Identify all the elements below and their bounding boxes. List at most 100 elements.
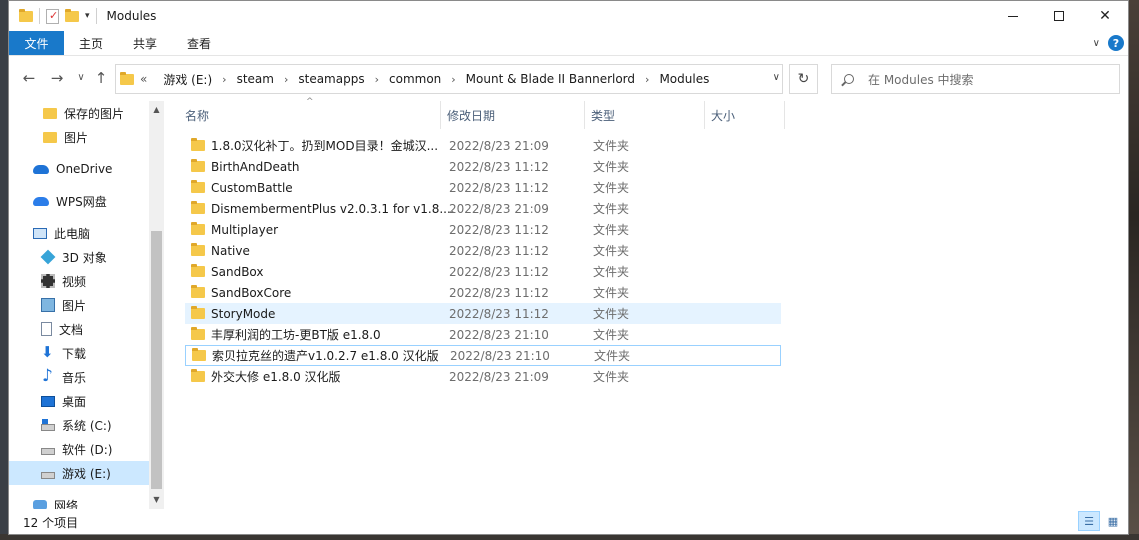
- breadcrumb-chevron-icon[interactable]: ›: [375, 73, 379, 86]
- scrollbar-thumb[interactable]: [151, 231, 162, 489]
- nav-item-this-pc[interactable]: 此电脑: [9, 221, 149, 245]
- search-box[interactable]: 在 Modules 中搜索: [831, 64, 1120, 94]
- nav-item-pictures[interactable]: 图片: [9, 293, 149, 317]
- properties-icon[interactable]: [46, 8, 59, 24]
- tab-home[interactable]: 主页: [64, 31, 118, 55]
- 3d-objects-icon: [40, 249, 56, 265]
- file-row[interactable]: Multiplayer 2022/8/23 11:12 文件夹: [185, 219, 781, 240]
- expand-ribbon-icon[interactable]: ∨: [1093, 38, 1100, 49]
- breadcrumb-steamapps[interactable]: steamapps: [298, 72, 364, 86]
- nav-item-label: 文档: [59, 322, 84, 337]
- desktop-icon: [41, 395, 55, 407]
- file-row[interactable]: SandBoxCore 2022/8/23 11:12 文件夹: [185, 282, 781, 303]
- breadcrumb-bannerlord[interactable]: Mount & Blade II Bannerlord: [466, 72, 635, 86]
- tab-file[interactable]: 文件: [9, 31, 64, 55]
- address-bar[interactable]: « 游戏 (E:) › steam › steamapps › common ›…: [115, 64, 783, 94]
- nav-scrollbar[interactable]: ▲ ▼: [149, 101, 164, 509]
- breadcrumb-chevron-icon[interactable]: ›: [645, 73, 649, 86]
- search-icon: [844, 74, 854, 84]
- folder-icon: [191, 285, 205, 298]
- details-view-button[interactable]: ☰: [1078, 511, 1100, 531]
- nav-item-saved-pictures[interactable]: 保存的图片: [9, 101, 149, 125]
- file-row[interactable]: CustomBattle 2022/8/23 11:12 文件夹: [185, 177, 781, 198]
- nav-item-videos[interactable]: 视频: [9, 269, 149, 293]
- up-arrow-icon[interactable]: ↑: [91, 69, 111, 87]
- music-icon: [41, 366, 55, 386]
- nav-item-label: 保存的图片: [64, 106, 125, 121]
- folder-icon: [19, 8, 33, 22]
- maximize-icon: [1054, 11, 1064, 21]
- documents-icon: [41, 322, 52, 336]
- nav-item-drive-d[interactable]: 软件 (D:): [9, 437, 149, 461]
- navigation-pane: 保存的图片 图片 OneDrive WPS网盘 此电脑 3D 对象 视频 图片: [9, 101, 164, 509]
- desktop-background-right: [1129, 0, 1139, 540]
- file-row[interactable]: 1.8.0汉化补丁。扔到MOD目录！金城汉... 2022/8/23 21:09…: [185, 135, 781, 156]
- nav-item-downloads[interactable]: 下载: [9, 341, 149, 365]
- refresh-button[interactable]: ↻: [789, 64, 818, 94]
- forward-arrow-icon[interactable]: →: [47, 69, 67, 87]
- folder-icon: [191, 159, 205, 172]
- recent-locations-chevron-icon[interactable]: ∨: [71, 72, 91, 83]
- file-date: 2022/8/23 21:10: [449, 327, 549, 342]
- breadcrumb-modules[interactable]: Modules: [659, 72, 709, 86]
- nav-item-drive-c[interactable]: 系统 (C:): [9, 413, 149, 437]
- folder-icon: [191, 243, 205, 256]
- maximize-button[interactable]: [1036, 1, 1082, 31]
- nav-item-label: 视频: [62, 274, 87, 289]
- nav-item-pictures-folder[interactable]: 图片: [9, 125, 149, 149]
- file-name: SandBoxCore: [211, 285, 292, 300]
- file-name: BirthAndDeath: [211, 159, 300, 174]
- nav-item-network[interactable]: 网络: [9, 493, 149, 509]
- tab-share[interactable]: 共享: [118, 31, 172, 55]
- breadcrumb-drive-e[interactable]: 游戏 (E:): [163, 71, 212, 88]
- nav-item-wps[interactable]: WPS网盘: [9, 189, 149, 213]
- separator: [95, 8, 97, 24]
- customize-toolbar-dropdown-icon[interactable]: ▾: [85, 11, 90, 21]
- column-header-date[interactable]: 修改日期: [441, 101, 585, 129]
- column-header-type[interactable]: 类型: [585, 101, 705, 129]
- breadcrumb-chevron-icon[interactable]: ›: [222, 73, 226, 86]
- large-icons-view-button[interactable]: ▦: [1102, 511, 1124, 531]
- item-count: 12 个项目: [23, 515, 79, 530]
- tab-view[interactable]: 查看: [172, 31, 226, 55]
- new-folder-icon[interactable]: [65, 8, 79, 22]
- file-date: 2022/8/23 21:09: [449, 201, 549, 216]
- file-type: 文件夹: [593, 286, 630, 300]
- nav-item-drive-e[interactable]: 游戏 (E:): [9, 461, 149, 485]
- file-row-focused[interactable]: 索贝拉克丝的遗产v1.0.2.7 e1.8.0 汉化版 2022/8/23 21…: [185, 345, 781, 366]
- file-row-hovered[interactable]: StoryMode 2022/8/23 11:12 文件夹: [185, 303, 781, 324]
- folder-icon: [43, 107, 57, 119]
- file-row[interactable]: BirthAndDeath 2022/8/23 11:12 文件夹: [185, 156, 781, 177]
- file-row[interactable]: Native 2022/8/23 11:12 文件夹: [185, 240, 781, 261]
- nav-item-music[interactable]: 音乐: [9, 365, 149, 389]
- breadcrumb-chevron-icon[interactable]: ›: [451, 73, 455, 86]
- file-type: 文件夹: [593, 160, 630, 174]
- breadcrumb-chevron-icon[interactable]: ›: [284, 73, 288, 86]
- column-header-name[interactable]: 名称: [179, 101, 441, 129]
- file-row[interactable]: DismembermentPlus v2.0.3.1 for v1.8.... …: [185, 198, 781, 219]
- breadcrumb-common[interactable]: common: [389, 72, 441, 86]
- help-icon[interactable]: ?: [1108, 35, 1124, 51]
- file-date: 2022/8/23 11:12: [449, 264, 549, 279]
- scroll-down-icon[interactable]: ▼: [149, 493, 164, 507]
- file-type: 文件夹: [593, 181, 630, 195]
- file-row[interactable]: SandBox 2022/8/23 11:12 文件夹: [185, 261, 781, 282]
- breadcrumb-steam[interactable]: steam: [237, 72, 274, 86]
- nav-item-3d-objects[interactable]: 3D 对象: [9, 245, 149, 269]
- nav-item-desktop[interactable]: 桌面: [9, 389, 149, 413]
- address-dropdown-icon[interactable]: ∨: [773, 72, 780, 83]
- scroll-up-icon[interactable]: ▲: [149, 103, 164, 117]
- back-arrow-icon[interactable]: ←: [19, 69, 39, 87]
- folder-icon: [191, 201, 205, 214]
- file-row[interactable]: 丰厚利润的工坊-更BT版 e1.8.0 2022/8/23 21:10 文件夹: [185, 324, 781, 345]
- file-name: StoryMode: [211, 306, 276, 321]
- file-date: 2022/8/23 11:12: [449, 180, 549, 195]
- breadcrumb-overflow[interactable]: «: [140, 72, 147, 86]
- nav-item-label: 图片: [64, 130, 89, 145]
- nav-item-onedrive[interactable]: OneDrive: [9, 157, 149, 181]
- minimize-button[interactable]: [990, 1, 1036, 31]
- nav-item-documents[interactable]: 文档: [9, 317, 149, 341]
- column-header-size[interactable]: 大小: [705, 101, 785, 129]
- file-row[interactable]: 外交大修 e1.8.0 汉化版 2022/8/23 21:09 文件夹: [185, 366, 781, 387]
- close-button[interactable]: ✕: [1082, 1, 1128, 31]
